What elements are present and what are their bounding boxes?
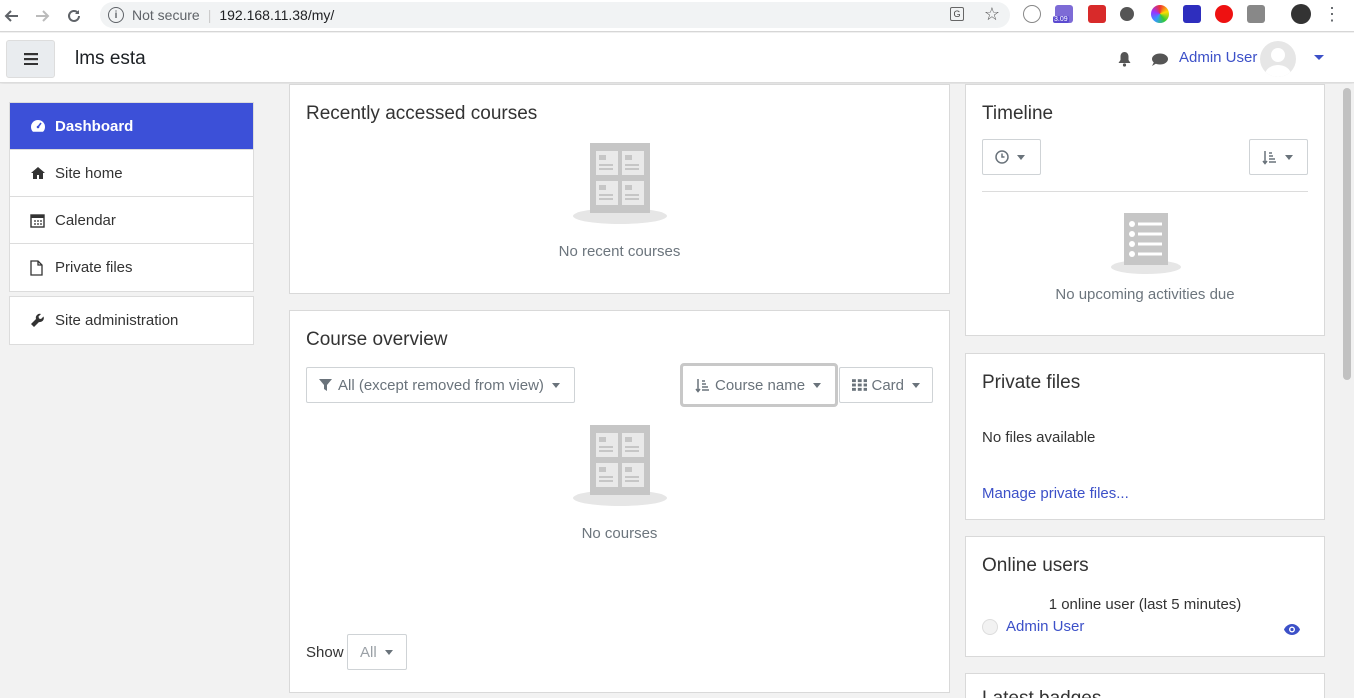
courses-empty-illustration-icon [572, 425, 668, 511]
nav-item-label: Site home [55, 164, 123, 182]
nav-item-site-home[interactable]: Site home [10, 150, 253, 197]
url-text: 192.168.11.38/my/ [219, 7, 335, 23]
scrollbar-thumb[interactable] [1343, 88, 1351, 380]
home-icon [30, 166, 48, 180]
recently-accessed-courses-block: Recently accessed courses No recent cour… [289, 84, 950, 294]
back-icon[interactable] [0, 4, 24, 28]
separator: | [207, 7, 212, 23]
block-title: Latest badges [982, 688, 1101, 698]
grouping-filter-dropdown[interactable]: All (except removed from view) [306, 367, 575, 403]
main-nav-group: Dashboard Site home Calendar Private fil… [9, 102, 254, 292]
paging-dropdown[interactable]: All [347, 634, 407, 670]
chevron-down-icon [1285, 154, 1293, 160]
hamburger-icon [23, 53, 38, 65]
reload-icon[interactable] [62, 4, 86, 28]
user-menu-caret-icon[interactable] [1314, 55, 1324, 60]
nav-item-label: Calendar [55, 211, 116, 229]
globe-extension-icon[interactable] [1023, 5, 1041, 23]
block-title: Online users [982, 555, 1089, 576]
stop-extension-icon[interactable] [1215, 5, 1233, 23]
eye-icon[interactable] [1284, 622, 1300, 639]
online-user-link[interactable]: Admin User [1006, 618, 1084, 635]
divider [982, 191, 1308, 192]
nav-item-site-administration[interactable]: Site administration [10, 297, 253, 344]
nav-item-dashboard[interactable]: Dashboard [10, 103, 253, 150]
site-navbar: lms esta Admin User [0, 33, 1354, 83]
view-label: Card [871, 376, 904, 394]
courses-empty-illustration-icon [572, 143, 668, 229]
browser-toolbar: i Not secure | 192.168.11.38/my/ G ☆ 3.0… [0, 0, 1354, 32]
extension-icon[interactable]: 3.09 [1053, 5, 1073, 23]
chevron-down-icon [384, 649, 393, 655]
sort-icon [695, 378, 709, 393]
wrench-icon [30, 313, 48, 328]
show-value: All [360, 643, 377, 661]
forward-icon[interactable] [30, 4, 54, 28]
menu-toggle-button[interactable] [6, 40, 55, 78]
user-avatar-icon [982, 619, 998, 635]
nav-item-label: Private files [55, 259, 133, 276]
profile-icon[interactable] [1291, 4, 1311, 24]
block-title: Recently accessed courses [306, 103, 538, 124]
chevron-down-icon [813, 382, 822, 388]
view-mode-dropdown[interactable]: Card [839, 367, 933, 403]
empty-state-text: No upcoming activities due [1055, 286, 1235, 303]
user-menu-name[interactable]: Admin User [1179, 49, 1257, 66]
online-users-summary: 1 online user (last 5 minutes) [1048, 596, 1242, 613]
course-overview-block: Course overview All (except removed from… [289, 310, 950, 693]
calendar-icon [30, 213, 48, 228]
online-users-block: Online users 1 online user (last 5 minut… [965, 536, 1325, 657]
filter-label: All (except removed from view) [338, 376, 544, 394]
clock-icon [995, 150, 1009, 164]
private-files-block: Private files No files available Manage … [965, 353, 1325, 520]
filter-icon [319, 378, 332, 391]
avatar[interactable] [1260, 41, 1296, 77]
extension-badge: 3.09 [1053, 16, 1069, 23]
site-name[interactable]: lms esta [75, 48, 146, 70]
nav-item-label: Dashboard [55, 117, 134, 135]
address-bar[interactable]: i Not secure | 192.168.11.38/my/ G ☆ [100, 2, 1010, 28]
left-navigation-drawer: Dashboard Site home Calendar Private fil… [0, 84, 274, 698]
info-icon[interactable]: i [108, 7, 124, 23]
circle-extension-icon[interactable] [1120, 7, 1134, 21]
dashboard-icon [30, 119, 48, 133]
chevron-down-icon [912, 382, 920, 388]
timeline-sort-dropdown[interactable] [1249, 139, 1308, 175]
manage-private-files-link[interactable]: Manage private files... [982, 485, 1129, 502]
code-extension-icon[interactable] [1247, 5, 1265, 23]
nav-item-private-files[interactable]: Private files [10, 244, 253, 291]
no-files-text: No files available [982, 429, 1096, 446]
chevron-down-icon [551, 382, 560, 388]
video-extension-icon[interactable] [1183, 5, 1201, 23]
sort-label: Course name [715, 376, 806, 394]
browser-menu-icon[interactable]: ⋮ [1323, 4, 1341, 25]
block-title: Course overview [306, 329, 448, 350]
notification-bell-icon[interactable] [1117, 51, 1132, 71]
sort-icon [1262, 150, 1276, 165]
activities-empty-illustration-icon [1110, 213, 1182, 279]
timeline-day-filter-dropdown[interactable] [982, 139, 1041, 175]
file-icon [30, 259, 48, 276]
security-label: Not secure [132, 7, 200, 23]
nav-item-calendar[interactable]: Calendar [10, 197, 253, 244]
bookmark-star-icon[interactable]: ☆ [984, 4, 1000, 25]
grid-icon [852, 379, 868, 391]
messages-icon[interactable] [1151, 52, 1169, 71]
chevron-down-icon [1017, 154, 1025, 160]
red-extension-icon[interactable] [1088, 5, 1106, 23]
block-title: Private files [982, 372, 1081, 393]
admin-nav-group: Site administration [9, 296, 254, 345]
page-scrollbar[interactable] [1340, 84, 1354, 698]
main-content: Recently accessed courses No recent cour… [274, 84, 1340, 698]
translate-icon[interactable]: G [950, 7, 964, 21]
color-extension-icon[interactable] [1151, 5, 1169, 23]
block-title: Timeline [982, 103, 1054, 124]
show-label: Show [306, 644, 344, 661]
sort-dropdown[interactable]: Course name [680, 363, 838, 407]
empty-state-text: No courses [581, 525, 658, 542]
latest-badges-block: Latest badges [965, 673, 1325, 698]
timeline-block: Timeline No upcoming activities due [965, 84, 1325, 336]
nav-item-label: Site administration [55, 312, 179, 329]
empty-state-text: No recent courses [558, 243, 681, 260]
